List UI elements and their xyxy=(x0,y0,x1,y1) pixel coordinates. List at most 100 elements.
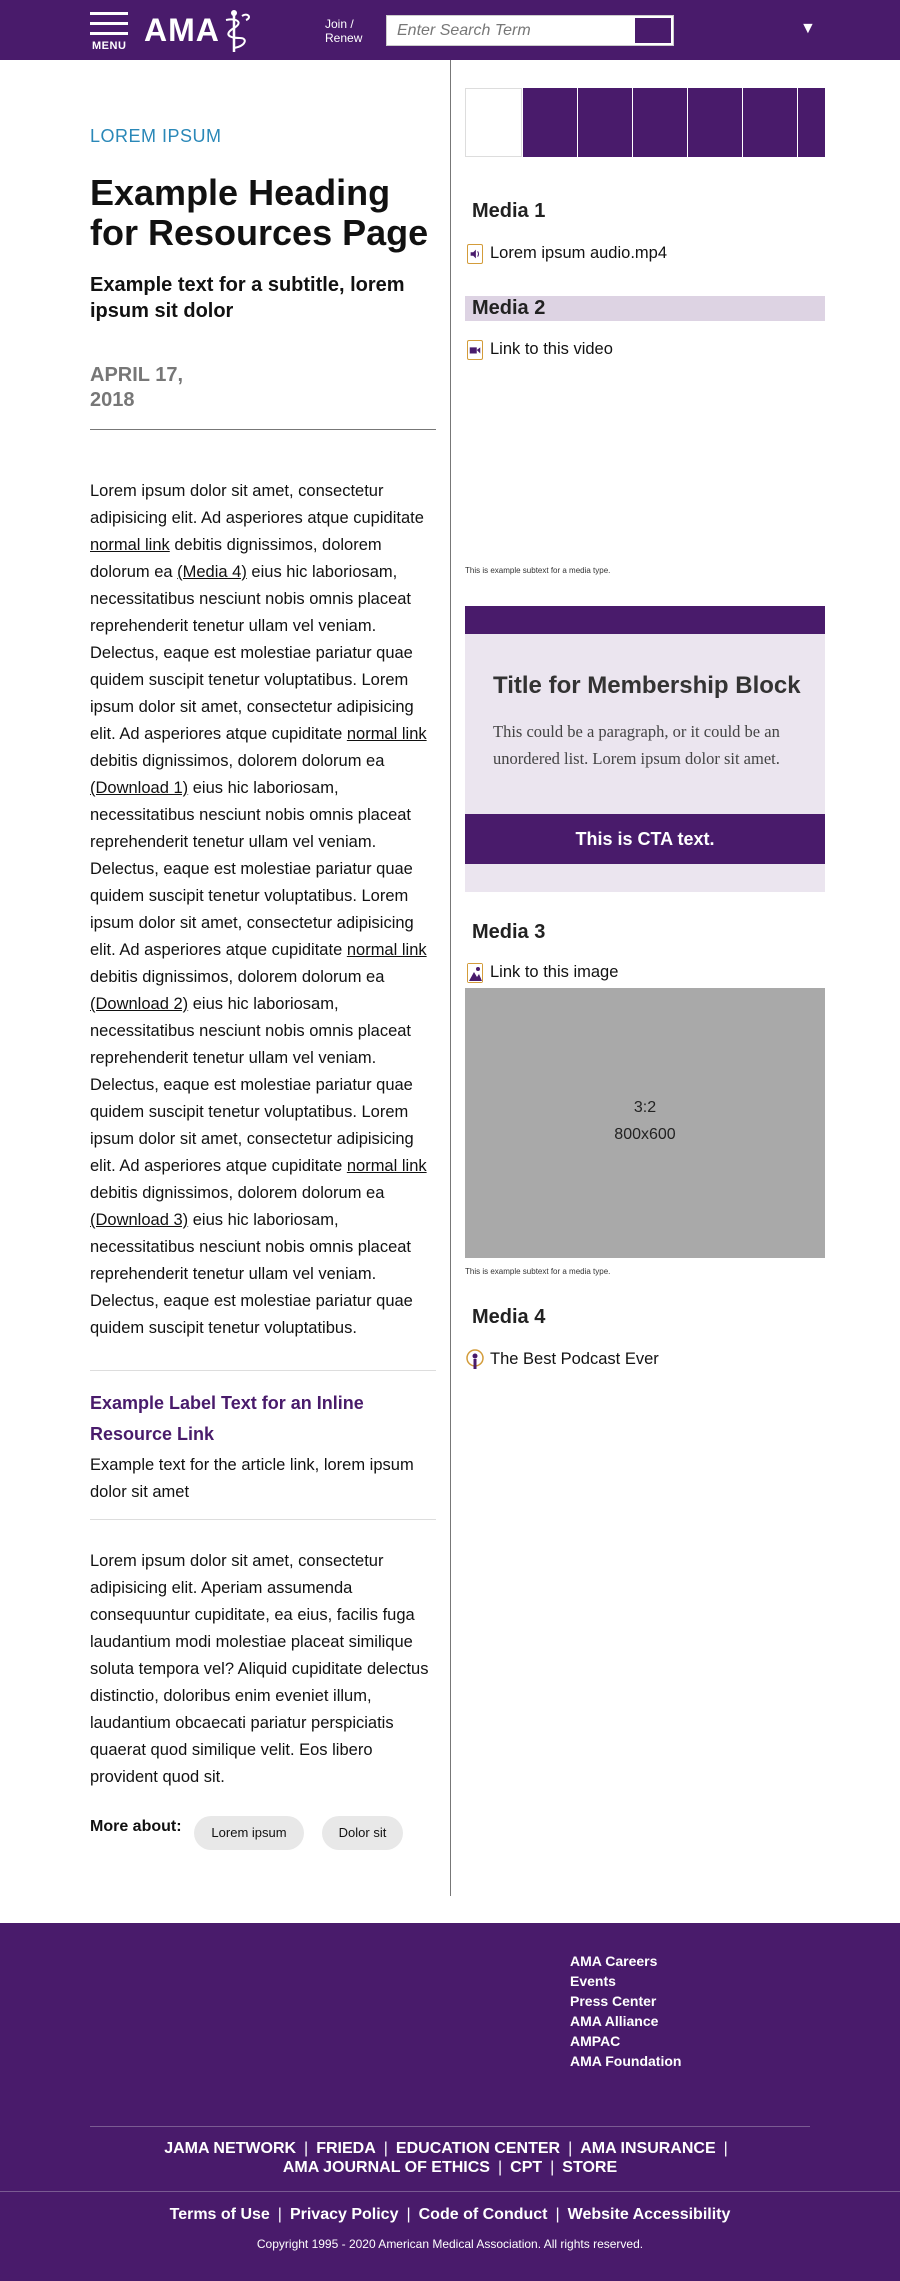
separator: | xyxy=(555,2206,560,2223)
cta-button[interactable]: This is CTA text. xyxy=(465,814,825,864)
separator: | xyxy=(383,2140,388,2157)
footer-nav-frieda[interactable]: FRIEDA xyxy=(316,2140,376,2157)
article-eyebrow: LOREM IPSUM xyxy=(90,126,222,146)
membership-header-bar xyxy=(465,606,825,634)
footer-legal-nav: Terms of Use | Privacy Policy | Code of Cond… xyxy=(0,2206,900,2224)
renew-label: Renew xyxy=(325,31,363,45)
footer-nav-jama[interactable]: JAMA NETWORK xyxy=(164,2140,296,2157)
separator: | xyxy=(277,2206,282,2223)
footer-divider xyxy=(90,2126,810,2127)
website-accessibility-link[interactable]: Website Accessibility xyxy=(568,2206,731,2223)
media-tabs xyxy=(465,88,825,157)
placeholder-size: 800x600 xyxy=(614,1126,676,1143)
media-2-title: Media 2 xyxy=(472,297,546,319)
separator: | xyxy=(723,2140,728,2157)
footer-link-careers[interactable]: AMA Careers xyxy=(570,1951,681,1971)
media-tab[interactable] xyxy=(742,88,797,157)
terms-of-use-link[interactable]: Terms of Use xyxy=(170,2206,270,2223)
download-2-link[interactable]: (Download 2) xyxy=(90,995,188,1013)
download-3-link[interactable]: (Download 3) xyxy=(90,1211,188,1229)
column-divider xyxy=(450,60,451,1896)
site-footer: AMA Careers Events Press Center AMA Alli… xyxy=(0,1923,900,2281)
media-tab[interactable] xyxy=(687,88,742,157)
footer-nav-education[interactable]: EDUCATION CENTER xyxy=(396,2140,560,2157)
page-title: Example Heading for Resources Page xyxy=(90,172,429,253)
inline-resource-bottom-rule xyxy=(90,1519,436,1520)
join-label: Join / xyxy=(325,17,354,31)
tag-pill[interactable]: Lorem ipsum xyxy=(194,1816,304,1850)
media-tab[interactable] xyxy=(797,88,825,157)
separator: | xyxy=(304,2140,309,2157)
image-placeholder[interactable]: 3:2 800x600 xyxy=(465,988,825,1258)
paragraph-text: debitis dignissimos, dolorem dolorum ea xyxy=(90,1184,385,1202)
paragraph-text: eius hic laboriosam, necessitatibus nesc… xyxy=(90,1211,413,1337)
media-4-title: Media 4 xyxy=(472,1306,546,1328)
copyright-text: Copyright 1995 - 2020 American Medical A… xyxy=(256,2237,644,2251)
article-paragraph-1: Lorem ipsum dolor sit amet, consectetur … xyxy=(90,478,436,1342)
media-2-subtext: This is example subtext for a media type… xyxy=(465,566,611,575)
video-icon xyxy=(467,340,483,360)
footer-nav-store[interactable]: STORE xyxy=(562,2159,617,2176)
menu-label: MENU xyxy=(92,40,127,52)
media-4-link[interactable]: (Media 4) xyxy=(177,563,247,581)
hamburger-icon xyxy=(90,12,128,15)
paragraph-text: eius hic laboriosam, necessitatibus nesc… xyxy=(90,779,414,959)
placeholder-ratio: 3:2 xyxy=(633,1099,657,1116)
normal-link[interactable]: normal link xyxy=(347,725,427,743)
footer-link-alliance[interactable]: AMA Alliance xyxy=(570,2011,681,2031)
image-icon xyxy=(467,963,483,983)
menu-button[interactable]: MENU xyxy=(88,10,132,54)
inline-resource-link[interactable]: Example Label Text for an Inline Resourc… xyxy=(90,1388,436,1450)
tag-pill[interactable]: Dolor sit xyxy=(322,1816,403,1850)
video-link[interactable]: Link to this video xyxy=(490,340,613,359)
separator: | xyxy=(550,2159,555,2176)
code-of-conduct-link[interactable]: Code of Conduct xyxy=(419,2206,548,2223)
footer-link-list: AMA Careers Events Press Center AMA Alli… xyxy=(570,1951,681,2071)
ama-logo-text[interactable]: AMA xyxy=(144,12,220,49)
footer-link-press-center[interactable]: Press Center xyxy=(570,1991,681,2011)
search-input[interactable] xyxy=(387,16,635,45)
footer-nav-journal-ethics[interactable]: AMA JOURNAL OF ETHICS xyxy=(283,2159,490,2176)
footer-nav-insurance[interactable]: AMA INSURANCE xyxy=(580,2140,715,2157)
media-tab[interactable] xyxy=(465,88,522,157)
hamburger-icon-bar xyxy=(90,22,128,25)
paragraph-text: debitis dignissimos, dolorem dolorum ea xyxy=(90,968,385,986)
media-tab[interactable] xyxy=(577,88,632,157)
image-link[interactable]: Link to this image xyxy=(490,963,618,982)
footer-link-foundation[interactable]: AMA Foundation xyxy=(570,2051,681,2071)
paragraph-text: eius hic laboriosam, necessitatibus nesc… xyxy=(90,995,414,1175)
normal-link[interactable]: normal link xyxy=(90,536,170,554)
separator: | xyxy=(406,2206,411,2223)
media-tab[interactable] xyxy=(632,88,687,157)
footer-partner-nav: JAMA NETWORK | FRIEDA | EDUCATION CENTER | AMA… xyxy=(0,2140,900,2158)
footer-partner-nav-2: AMA JOURNAL OF ETHICS | CPT | STORE xyxy=(0,2159,900,2177)
paragraph-text: eius hic laboriosam, necessitatibus nesc… xyxy=(90,563,414,743)
ama-caduceus-icon xyxy=(225,10,250,52)
download-1-link[interactable]: (Download 1) xyxy=(90,779,188,797)
footer-link-ampac[interactable]: AMPAC xyxy=(570,2031,681,2051)
hamburger-icon-bar xyxy=(90,32,128,35)
join-renew-link[interactable]: Join / Renew xyxy=(325,17,362,45)
audio-file-link[interactable]: Lorem ipsum audio.mp4 xyxy=(490,244,667,263)
inline-resource-description: Example text for the article link, lorem… xyxy=(90,1456,414,1501)
media-3-title: Media 3 xyxy=(472,921,546,943)
normal-link[interactable]: normal link xyxy=(347,1157,427,1175)
header-divider xyxy=(90,429,436,430)
search-button[interactable] xyxy=(635,18,671,43)
footer-nav-cpt[interactable]: CPT xyxy=(510,2159,542,2176)
media-1-title: Media 1 xyxy=(472,200,546,222)
site-header: MENU AMA Join / Renew ▼ xyxy=(0,0,900,60)
separator: | xyxy=(497,2159,503,2176)
footer-link-events[interactable]: Events xyxy=(570,1971,681,1991)
podcast-link[interactable]: The Best Podcast Ever xyxy=(490,1350,659,1369)
page-subtitle: Example text for a subtitle, lorem ipsum… xyxy=(90,274,405,322)
article-paragraph-2: Lorem ipsum dolor sit amet, consectetur … xyxy=(90,1552,429,1786)
membership-text: This could be a paragraph, or it could b… xyxy=(493,722,780,768)
media-tab[interactable] xyxy=(522,88,577,157)
normal-link[interactable]: normal link xyxy=(347,941,427,959)
footer-divider-full xyxy=(0,2191,900,2192)
paragraph-text: debitis dignissimos, dolorem dolorum ea xyxy=(90,752,385,770)
privacy-policy-link[interactable]: Privacy Policy xyxy=(290,2206,399,2223)
more-about-label: More about: xyxy=(90,1818,182,1835)
dropdown-caret-icon[interactable]: ▼ xyxy=(800,20,816,38)
